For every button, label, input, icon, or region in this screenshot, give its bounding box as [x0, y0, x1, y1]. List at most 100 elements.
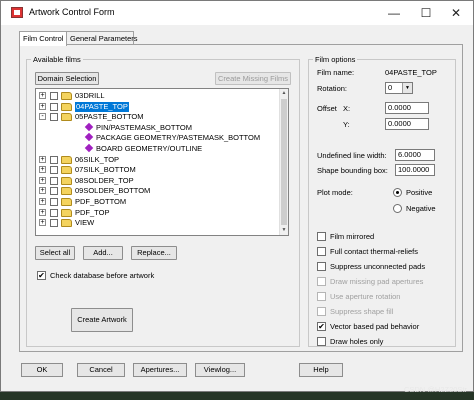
shape-bounding-box-input[interactable]: 100.0000 — [395, 164, 435, 176]
expander-icon[interactable]: + — [39, 166, 46, 174]
scroll-up-icon[interactable]: ▲ — [280, 89, 288, 98]
expander-icon[interactable]: + — [39, 102, 46, 110]
folder-icon — [61, 166, 72, 175]
film-checkbox[interactable] — [50, 187, 58, 196]
chevron-down-icon[interactable]: ▼ — [402, 83, 412, 93]
film-tree-item[interactable]: +03DRILL — [36, 91, 280, 101]
film-control-panel: Available films Domain Selection Create … — [19, 44, 463, 352]
title-bar: Artwork Control Form — ☐ ✕ — [1, 1, 473, 25]
domain-selection-button[interactable]: Domain Selection — [35, 72, 99, 85]
films-tree[interactable]: +03DRILL +04PASTE_TOP -05PASTE_BOTTOM PIN/P… — [35, 88, 289, 236]
film-item-label: 06SILK_TOP — [75, 154, 120, 164]
negative-radio[interactable] — [393, 204, 402, 213]
option-checkbox[interactable] — [317, 307, 326, 316]
film-checkbox[interactable] — [50, 219, 58, 228]
expander-icon[interactable]: + — [39, 155, 46, 163]
film-tree-item[interactable]: + VIEW — [36, 218, 280, 228]
film-item-label: 03DRILL — [75, 91, 105, 100]
replace-button[interactable]: Replace... — [131, 246, 177, 260]
film-checkbox[interactable] — [50, 198, 58, 206]
film-checkbox[interactable] — [50, 155, 58, 164]
option-checkbox-label: Draw holes only — [330, 337, 384, 346]
option-checkbox-label: Suppress unconnected pads — [330, 262, 426, 271]
positive-radio[interactable] — [393, 188, 402, 197]
option-checkbox[interactable] — [317, 292, 326, 301]
rotation-select[interactable]: 0 ▼ — [385, 82, 413, 94]
subclass-diamond-icon — [84, 133, 94, 142]
add-button[interactable]: Add... — [83, 246, 123, 260]
option-checkbox-label: Suppress shape fill — [330, 307, 394, 316]
film-tree-item[interactable]: BOARD GEOMETRY/OUTLINE — [36, 143, 280, 154]
help-button[interactable]: Help — [299, 363, 343, 377]
window-title: Artwork Control Form — [29, 7, 115, 17]
film-tree-item[interactable]: - 05PASTE_BOTTOM — [36, 112, 280, 122]
tab-film-control[interactable]: Film Control — [19, 31, 67, 46]
maximize-icon[interactable]: ☐ — [411, 3, 441, 23]
expander-icon[interactable]: + — [39, 219, 46, 227]
option-checkbox[interactable] — [317, 262, 326, 271]
offset-x-input[interactable]: 0.0000 — [385, 102, 429, 114]
option-checkbox[interactable] — [317, 232, 326, 241]
subclass-diamond-icon — [84, 122, 94, 132]
check-database-checkbox[interactable]: ✔ — [37, 271, 46, 280]
apertures-button[interactable]: Apertures... — [133, 363, 187, 377]
rotation-label: Rotation: — [317, 84, 348, 93]
film-checkbox[interactable] — [50, 92, 58, 100]
film-tree-item[interactable]: PIN/PASTEMASK_BOTTOM — [36, 122, 280, 133]
film-item-label: 04PASTE_TOP — [75, 101, 129, 112]
select-all-button[interactable]: Select all — [35, 246, 75, 260]
film-tree-item[interactable]: +09SOLDER_BOTTOM — [36, 186, 280, 196]
option-checkbox[interactable] — [317, 337, 326, 346]
film-tree-item[interactable]: +06SILK_TOP — [36, 155, 280, 165]
expander-icon[interactable]: - — [39, 113, 46, 121]
film-tree-item[interactable]: PACKAGE GEOMETRY/PASTEMASK_BOTTOM — [36, 133, 280, 143]
folder-icon — [61, 92, 72, 100]
film-name-label: Film name: — [317, 68, 355, 77]
option-checkbox[interactable] — [317, 247, 326, 256]
film-checkbox[interactable] — [50, 166, 58, 175]
artwork-control-window: Artwork Control Form — ☐ ✕ Film Control … — [0, 0, 474, 394]
option-checkbox-label: Vector based pad behavior — [330, 322, 420, 331]
ok-button[interactable]: OK — [21, 363, 63, 377]
create-artwork-button[interactable]: Create Artwork — [71, 308, 133, 332]
film-item-label: 08SOLDER_TOP — [75, 175, 134, 185]
cancel-button[interactable]: Cancel — [77, 363, 125, 377]
film-tree-item[interactable]: + PDF_BOTTOM — [36, 197, 280, 207]
film-checkbox[interactable] — [50, 102, 58, 111]
film-checkbox[interactable] — [50, 176, 58, 185]
folder-icon — [61, 176, 72, 185]
offset-label: Offset — [317, 104, 337, 113]
option-checkbox[interactable]: ✔ — [317, 322, 326, 331]
close-icon[interactable]: ✕ — [441, 3, 471, 23]
expander-icon[interactable]: + — [39, 187, 46, 195]
viewlog-button[interactable]: Viewlog... — [195, 363, 245, 377]
scroll-down-icon[interactable]: ▼ — [280, 226, 288, 235]
shape-bounding-box-label: Shape bounding box: — [317, 166, 388, 175]
tab-general-parameters[interactable]: General Parameters — [66, 31, 138, 45]
folder-icon — [61, 155, 72, 164]
scroll-thumb[interactable] — [281, 99, 287, 225]
rotation-value: 0 — [388, 83, 393, 92]
offset-y-input[interactable]: 0.0000 — [385, 118, 429, 130]
film-tree-item[interactable]: + PDF_TOP — [36, 208, 280, 218]
undefined-line-width-input[interactable]: 6.0000 — [395, 149, 435, 161]
option-checkbox[interactable] — [317, 277, 326, 286]
film-checkbox[interactable] — [50, 113, 58, 122]
film-tree-item[interactable]: +08SOLDER_TOP — [36, 176, 280, 186]
plot-mode-label: Plot mode: — [317, 188, 353, 197]
available-films-group: Available films Domain Selection Create … — [26, 55, 300, 347]
expander-icon[interactable]: + — [39, 92, 46, 99]
tree-scrollbar[interactable]: ▲ ▼ — [279, 89, 288, 235]
film-name-value: 04PASTE_TOP — [385, 68, 437, 77]
film-tree-item[interactable]: +07SILK_BOTTOM — [36, 165, 280, 175]
available-films-label: Available films — [31, 55, 83, 64]
expander-icon[interactable]: + — [39, 198, 46, 205]
background-strip — [0, 392, 474, 400]
folder-icon — [61, 187, 72, 196]
minimize-icon[interactable]: — — [379, 3, 409, 23]
expander-icon[interactable]: + — [39, 208, 46, 216]
film-tree-item[interactable]: +04PASTE_TOP — [36, 101, 280, 112]
film-checkbox[interactable] — [50, 208, 58, 217]
create-missing-films-button[interactable]: Create Missing Films — [215, 72, 291, 85]
expander-icon[interactable]: + — [39, 176, 46, 184]
